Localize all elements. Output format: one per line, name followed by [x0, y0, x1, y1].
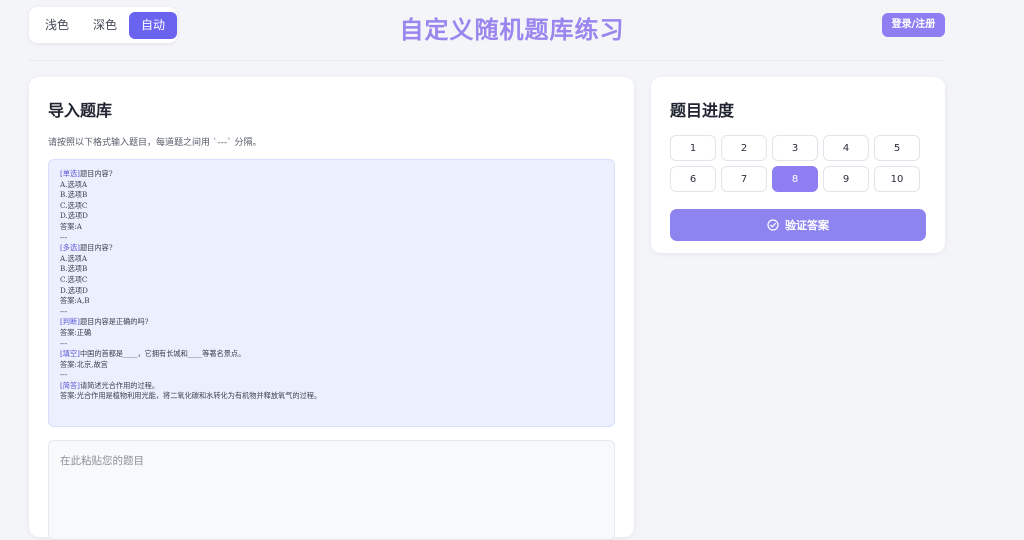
example-line: --- [60, 339, 603, 350]
login-register-button[interactable]: 登录/注册 [882, 13, 945, 37]
question-type-tag: [填空] [60, 349, 80, 359]
example-text: A.选项A [60, 179, 88, 189]
example-line: [判断]题目内容是正确的吗? [60, 317, 603, 328]
question-number-button[interactable]: 10 [874, 166, 920, 192]
question-number-button[interactable]: 4 [823, 135, 869, 161]
question-number-button[interactable]: 7 [721, 166, 767, 192]
example-line: C.选项C [60, 201, 603, 212]
example-text: 答案:光合作用是植物利用光能，将二氧化碳和水转化为有机物并释放氧气的过程。 [60, 391, 322, 401]
example-text: C.选项C [60, 274, 88, 284]
question-number-button[interactable]: 3 [772, 135, 818, 161]
example-line: 答案:A,B [60, 296, 603, 307]
example-line: [简答]请简述光合作用的过程。 [60, 381, 603, 392]
example-text: 请简述光合作用的过程。 [79, 380, 160, 390]
example-text: 答案:A [60, 221, 82, 231]
question-type-tag: [多选] [60, 243, 80, 253]
example-line: D.选项D [60, 286, 603, 297]
example-text: 中国的首都是____，它拥有长城和____等著名景点。 [79, 349, 246, 359]
example-line: B.选项B [60, 190, 603, 201]
example-line: --- [60, 307, 603, 318]
example-line: 答案:A [60, 222, 603, 233]
example-text: 答案:A,B [60, 296, 90, 306]
question-type-tag: [判断] [60, 317, 80, 327]
format-hint: 请按照以下格式输入题目，每道题之间用 `---` 分隔。 [48, 138, 262, 148]
question-number-button[interactable]: 2 [721, 135, 767, 161]
example-line: 答案:正确 [60, 328, 603, 339]
question-paste-input[interactable]: 在此粘贴您的题目 [48, 440, 615, 540]
import-panel: 导入题库 请按照以下格式输入题目，每道题之间用 `---` 分隔。 [单选]题目… [29, 77, 634, 540]
example-text: B.选项B [60, 264, 88, 274]
example-text: --- [60, 232, 68, 242]
question-type-tag: [简答] [60, 380, 80, 390]
example-text: 答案:北京,故宫 [60, 359, 108, 369]
page-title: 自定义随机题库练习 [399, 16, 625, 44]
example-line: --- [60, 233, 603, 244]
example-text: A.选项A [60, 253, 88, 263]
question-type-tag: [单选] [60, 169, 80, 178]
question-number-button[interactable]: 6 [670, 166, 716, 192]
question-number-button[interactable]: 1 [670, 135, 716, 161]
check-circle-icon [767, 219, 779, 231]
example-line: [多选]题目内容? [60, 243, 603, 254]
example-line: --- [60, 370, 603, 381]
import-panel-title: 导入题库 [48, 101, 113, 120]
example-line: 答案:光合作用是植物利用光能，将二氧化碳和水转化为有机物并释放氧气的过程。 [60, 391, 603, 402]
question-number-button[interactable]: 5 [874, 135, 920, 161]
example-line: [单选]题目内容? [60, 169, 603, 180]
example-text: 答案:正确 [60, 327, 92, 337]
example-line: B.选项B [60, 264, 603, 275]
example-line: D.选项D [60, 211, 603, 222]
example-line: A.选项A [60, 254, 603, 265]
example-text: 题目内容? [79, 243, 113, 253]
format-example: [单选]题目内容? A.选项A B.选项B C.选项C D.选项D 答案:A --- [多选]… [48, 159, 615, 427]
example-text: B.选项B [60, 190, 88, 200]
example-text: C.选项C [60, 200, 88, 210]
example-text: 题目内容? [79, 169, 113, 178]
example-text: D.选项D [60, 285, 88, 295]
question-grid: 1 2 3 4 5 6 7 8 9 10 [670, 135, 926, 192]
example-line: C.选项C [60, 275, 603, 286]
example-line: 答案:北京,故宫 [60, 360, 603, 371]
verify-answer-button[interactable]: 验证答案 [670, 209, 926, 241]
question-number-button[interactable]: 9 [823, 166, 869, 192]
example-text: --- [60, 306, 68, 316]
example-text: --- [60, 370, 68, 380]
example-line: A.选项A [60, 180, 603, 191]
example-line: [填空]中国的首都是____，它拥有长城和____等著名景点。 [60, 349, 603, 360]
header-divider [29, 60, 945, 61]
question-number-button[interactable]: 8 [772, 166, 818, 192]
progress-panel: 题目进度 1 2 3 4 5 6 7 8 9 10 验证答案 [651, 77, 945, 253]
verify-answer-label: 验证答案 [785, 219, 829, 232]
progress-panel-title: 题目进度 [670, 101, 735, 120]
example-text: 题目内容是正确的吗? [79, 317, 149, 327]
example-text: --- [60, 338, 68, 348]
example-text: D.选项D [60, 211, 88, 221]
